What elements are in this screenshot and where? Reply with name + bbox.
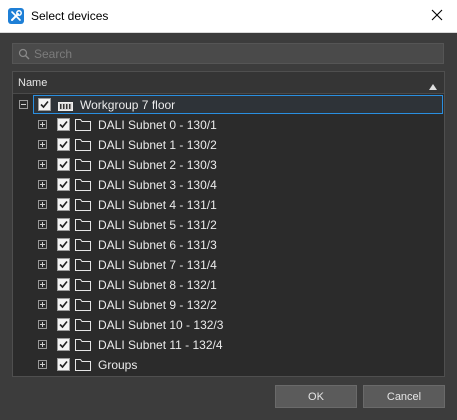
folder-icon: [75, 218, 91, 235]
item-checkbox[interactable]: [57, 338, 70, 351]
tree-item[interactable]: DALI Subnet 10 - 132/3: [13, 315, 444, 335]
expand-icon[interactable]: [38, 260, 47, 269]
item-checkbox[interactable]: [57, 258, 70, 271]
folder-icon: [75, 318, 91, 335]
item-checkbox[interactable]: [57, 358, 70, 371]
collapse-icon[interactable]: [19, 100, 28, 109]
folder-icon: [75, 198, 91, 215]
close-button[interactable]: [417, 0, 457, 32]
close-icon: [431, 9, 443, 24]
expand-icon[interactable]: [38, 160, 47, 169]
expand-icon[interactable]: [38, 280, 47, 289]
search-box: [12, 43, 444, 64]
item-checkbox[interactable]: [57, 298, 70, 311]
item-checkbox[interactable]: [57, 278, 70, 291]
folder-icon: [75, 158, 91, 175]
folder-icon: [75, 278, 91, 295]
tree-item-label: Groups: [98, 358, 138, 372]
root-checkbox[interactable]: [38, 98, 51, 111]
expand-icon[interactable]: [38, 240, 47, 249]
tree-item-label: DALI Subnet 10 - 132/3: [98, 318, 224, 332]
expand-icon[interactable]: [38, 120, 47, 129]
window-title: Select devices: [31, 9, 109, 23]
tree-item[interactable]: DALI Subnet 11 - 132/4: [13, 335, 444, 355]
expand-icon[interactable]: [38, 360, 47, 369]
tree-item-label: DALI Subnet 8 - 132/1: [98, 278, 217, 292]
item-checkbox[interactable]: [57, 158, 70, 171]
folder-icon: [75, 258, 91, 275]
tree-item[interactable]: DALI Subnet 3 - 130/4: [13, 175, 444, 195]
item-checkbox[interactable]: [57, 178, 70, 191]
tree-root-row[interactable]: Workgroup 7 floor: [13, 95, 444, 115]
folder-icon: [75, 178, 91, 195]
tree-item-label: DALI Subnet 2 - 130/3: [98, 158, 217, 172]
folder-icon: [75, 238, 91, 255]
expand-icon[interactable]: [38, 220, 47, 229]
tree-item-label: DALI Subnet 5 - 131/2: [98, 218, 217, 232]
ok-button[interactable]: OK: [275, 385, 357, 408]
tree-item-label: DALI Subnet 1 - 130/2: [98, 138, 217, 152]
tree-item-label: DALI Subnet 4 - 131/1: [98, 198, 217, 212]
cancel-button[interactable]: Cancel: [363, 385, 445, 408]
expand-icon[interactable]: [38, 300, 47, 309]
folder-icon: [75, 358, 91, 375]
tree-item-label: DALI Subnet 7 - 131/4: [98, 258, 217, 272]
tree-item[interactable]: DALI Subnet 1 - 130/2: [13, 135, 444, 155]
tree-item[interactable]: DALI Subnet 4 - 131/1: [13, 195, 444, 215]
folder-icon: [75, 298, 91, 315]
tree-item[interactable]: DALI Subnet 5 - 131/2: [13, 215, 444, 235]
item-checkbox[interactable]: [57, 218, 70, 231]
search-icon: [18, 48, 30, 63]
tree-item[interactable]: DALI Subnet 6 - 131/3: [13, 235, 444, 255]
folder-icon: [75, 138, 91, 155]
sort-ascending-icon: [429, 79, 437, 93]
search-input[interactable]: [34, 45, 434, 62]
column-header-label: Name: [18, 77, 48, 89]
item-checkbox[interactable]: [57, 198, 70, 211]
tree-item-label: DALI Subnet 9 - 132/2: [98, 298, 217, 312]
title-bar: Select devices: [0, 0, 457, 33]
expand-icon[interactable]: [38, 340, 47, 349]
folder-icon: [75, 118, 91, 135]
tree-item[interactable]: DALI Subnet 7 - 131/4: [13, 255, 444, 275]
expand-icon[interactable]: [38, 140, 47, 149]
wrench-screwdriver-icon: [8, 8, 24, 24]
tree-item[interactable]: DALI Subnet 9 - 132/2: [13, 295, 444, 315]
item-checkbox[interactable]: [57, 238, 70, 251]
tree-item[interactable]: Groups: [13, 355, 444, 375]
tree-item-label: DALI Subnet 11 - 132/4: [98, 338, 223, 352]
tree-root-label: Workgroup 7 floor: [80, 98, 176, 112]
expand-icon[interactable]: [38, 320, 47, 329]
device-group-icon: [58, 100, 73, 114]
expand-icon[interactable]: [38, 180, 47, 189]
column-header-name[interactable]: Name: [13, 72, 444, 94]
tree-item[interactable]: DALI Subnet 8 - 132/1: [13, 275, 444, 295]
folder-icon: [75, 338, 91, 355]
expand-icon[interactable]: [38, 200, 47, 209]
device-tree: Name Workgroup 7 floor DALI Subnet 0 - 1…: [12, 71, 445, 377]
item-checkbox[interactable]: [57, 138, 70, 151]
tree-item-label: DALI Subnet 3 - 130/4: [98, 178, 217, 192]
tree-item-label: DALI Subnet 6 - 131/3: [98, 238, 217, 252]
tree-item[interactable]: DALI Subnet 2 - 130/3: [13, 155, 444, 175]
item-checkbox[interactable]: [57, 118, 70, 131]
tree-item[interactable]: DALI Subnet 0 - 130/1: [13, 115, 444, 135]
tree-item-label: DALI Subnet 0 - 130/1: [98, 118, 217, 132]
item-checkbox[interactable]: [57, 318, 70, 331]
